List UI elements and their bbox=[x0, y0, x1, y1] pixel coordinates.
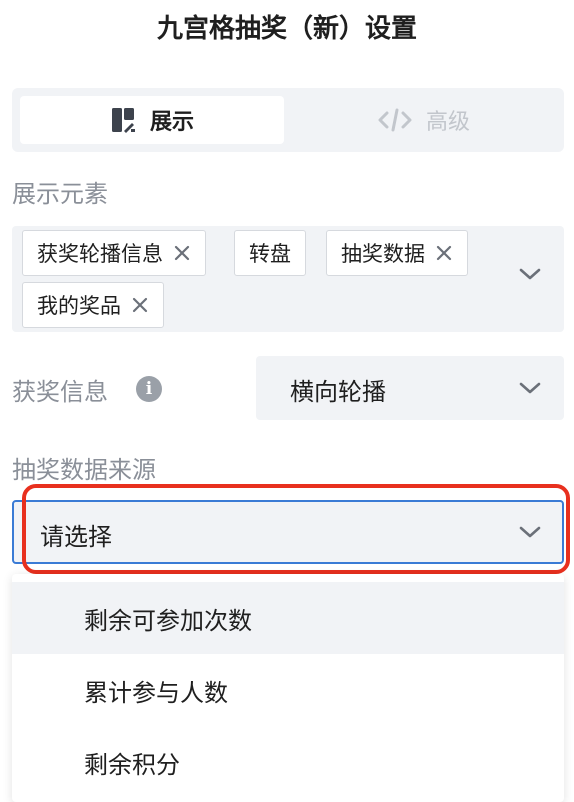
close-icon[interactable] bbox=[173, 244, 191, 262]
tag-lottery-data: 抽奖数据 bbox=[326, 230, 468, 276]
tag-my-prizes: 我的奖品 bbox=[22, 282, 164, 328]
tab-advanced-label: 高级 bbox=[425, 110, 470, 135]
tag-label: 我的奖品 bbox=[37, 294, 121, 318]
tag-label: 获奖轮播信息 bbox=[37, 242, 163, 266]
data-source-dropdown: 剩余可参加次数 累计参与人数 剩余积分 bbox=[12, 574, 564, 802]
tag-winner-carousel: 获奖轮播信息 bbox=[22, 230, 206, 276]
option-total-participants[interactable]: 累计参与人数 bbox=[12, 654, 564, 726]
tag-wheel: 转盘 bbox=[234, 230, 306, 276]
winner-info-value: 横向轮播 bbox=[290, 378, 386, 406]
display-elements-select[interactable]: 获奖轮播信息 转盘 抽奖数据 我的奖品 bbox=[12, 226, 564, 332]
code-icon bbox=[378, 108, 412, 132]
winner-info-select[interactable]: 横向轮播 bbox=[256, 356, 564, 420]
chevron-down-icon[interactable] bbox=[518, 266, 542, 282]
close-icon[interactable] bbox=[435, 244, 453, 262]
tab-advanced[interactable]: 高级 bbox=[292, 96, 556, 144]
info-icon[interactable]: i bbox=[136, 376, 162, 402]
option-remaining-attempts[interactable]: 剩余可参加次数 bbox=[12, 582, 564, 654]
tag-label: 转盘 bbox=[249, 242, 291, 266]
page-title: 九宫格抽奖（新）设置 bbox=[156, 14, 417, 44]
data-source-label: 抽奖数据来源 bbox=[12, 456, 156, 484]
option-remaining-points[interactable]: 剩余积分 bbox=[12, 726, 564, 798]
highlight-box bbox=[22, 484, 570, 574]
chevron-down-icon bbox=[518, 380, 542, 396]
tab-bar: 展示 高级 bbox=[12, 88, 564, 152]
display-elements-label: 展示元素 bbox=[12, 180, 108, 208]
tab-display[interactable]: 展示 bbox=[20, 96, 284, 144]
tab-display-label: 展示 bbox=[149, 110, 194, 135]
layout-icon bbox=[110, 107, 136, 133]
tag-label: 抽奖数据 bbox=[341, 242, 425, 266]
winner-info-label: 获奖信息 bbox=[12, 378, 108, 406]
close-icon[interactable] bbox=[131, 296, 149, 314]
